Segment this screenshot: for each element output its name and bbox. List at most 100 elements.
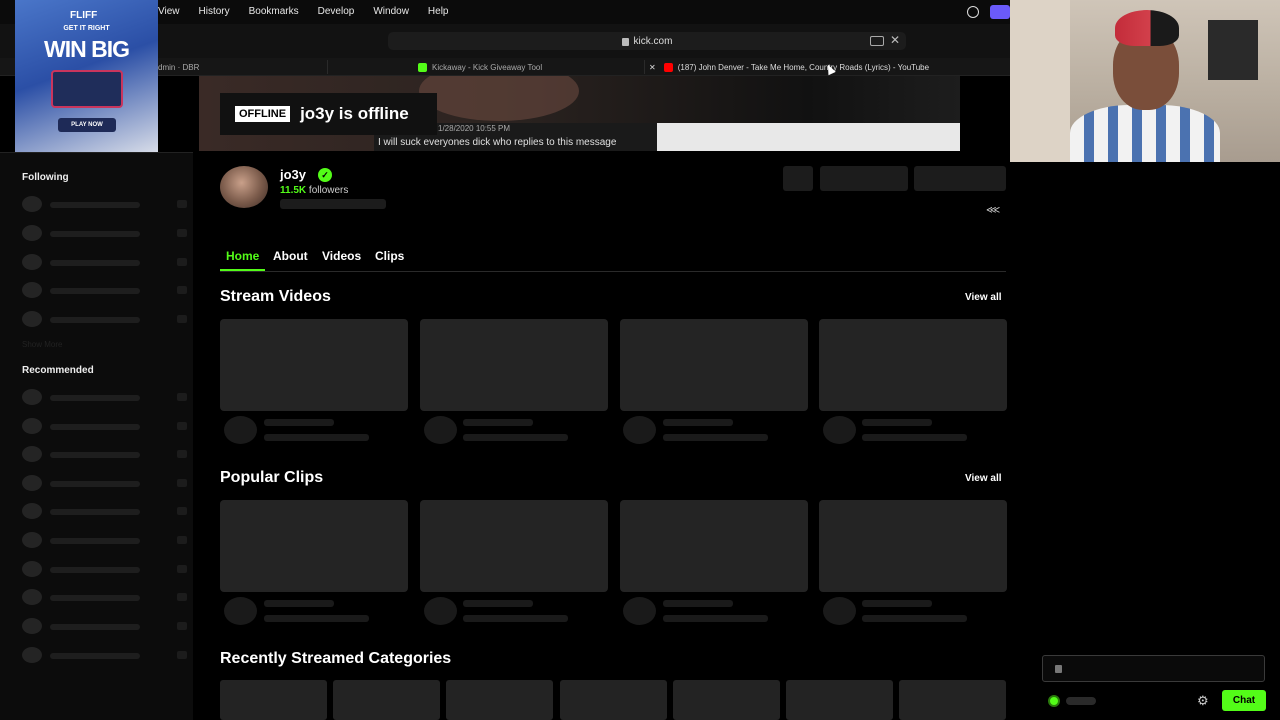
menu-items: View History Bookmarks Develop Window He… [158,6,468,17]
video-card[interactable] [220,319,408,411]
category-card[interactable] [333,680,440,720]
menu-bookmarks[interactable]: Bookmarks [249,6,299,17]
count-placeholder [177,286,187,294]
ad-headline: WIN BIG [44,36,130,62]
name-placeholder [50,509,140,515]
sidebar-following-item[interactable] [22,282,187,298]
video-card[interactable] [620,319,808,411]
card-title-placeholder [463,419,533,426]
banner-white-area [657,123,960,151]
sidebar-following-item[interactable] [22,196,187,212]
popular-clips-view-all[interactable]: View all [965,473,1002,484]
sidebar-recommended-item[interactable] [22,503,187,519]
offline-card: OFFLINE jo3y is offline [220,93,437,135]
menu-history[interactable]: History [199,6,230,17]
name-placeholder [50,653,140,659]
count-placeholder [177,200,187,208]
ad-cta-button[interactable]: PLAY NOW [58,118,116,132]
count-placeholder [177,536,187,544]
avatar-placeholder [22,225,42,241]
tab-about[interactable]: About [273,249,308,263]
tab-home[interactable]: Home [226,249,259,263]
browser-tab-active[interactable]: ✕ (187) John Denver - Take Me Home, Coun… [649,58,969,76]
address-bar[interactable]: kick.com ✕ [388,32,906,50]
sidebar-recommended-item[interactable] [22,589,187,605]
sidebar-recommended-item[interactable] [22,389,187,405]
status-badge-icon[interactable] [990,5,1010,19]
avatar-placeholder [22,475,42,491]
sidebar-recommended-item[interactable] [22,561,187,577]
category-card[interactable] [899,680,1006,720]
menu-view[interactable]: View [158,6,180,17]
clip-card[interactable] [420,500,608,592]
action-button-placeholder[interactable] [783,166,813,191]
category-card[interactable] [446,680,553,720]
url-text: kick.com [633,35,673,47]
banner-date: 1/28/2020 10:55 PM [438,124,511,133]
sidebar-following-item[interactable] [22,311,187,327]
clip-card[interactable] [220,500,408,592]
sidebar-recommended-item[interactable] [22,647,187,663]
count-placeholder [177,450,187,458]
channel-avatar[interactable] [220,166,268,208]
tab-clips[interactable]: Clips [375,249,404,263]
webcam-person-hair [1115,10,1179,46]
menu-develop[interactable]: Develop [318,6,355,17]
clip-card[interactable] [620,500,808,592]
chat-input[interactable] [1042,655,1265,682]
tab-close-icon[interactable]: ✕ [649,63,656,72]
sidebar-recommended-item[interactable] [22,418,187,434]
translate-icon[interactable] [870,36,884,46]
card-avatar-placeholder [224,416,257,444]
card-title-placeholder [663,419,733,426]
banner-message: I will suck everyones dick who replies t… [378,137,617,148]
card-meta-placeholder [264,615,369,622]
action-button-placeholder[interactable] [820,166,908,191]
avatar-placeholder [22,532,42,548]
browser-tab[interactable]: Kickaway - Kick Giveaway Tool [418,58,648,76]
card-meta-placeholder [264,434,369,441]
category-card[interactable] [673,680,780,720]
gear-icon[interactable]: ⚙ [1197,693,1209,709]
chat-send-button[interactable]: Chat [1222,690,1266,711]
card-meta-placeholder [463,434,568,441]
recommended-title: Recommended [22,365,94,376]
fliff-ad-overlay[interactable]: FLIFF GET IT RIGHT WIN BIG PLAY NOW [15,0,158,152]
category-card[interactable] [560,680,667,720]
menu-window[interactable]: Window [373,6,409,17]
share-icon[interactable]: ⋘ [986,205,1000,216]
sidebar-recommended-item[interactable] [22,475,187,491]
youtube-favicon-icon [663,62,673,72]
browser-tab[interactable]: dmin · DBR [158,58,326,76]
tab-videos[interactable]: Videos [322,249,361,263]
kick-points-icon[interactable] [1048,695,1060,707]
card-avatar-placeholder [623,597,656,625]
avatar-placeholder [22,446,42,462]
card-title-placeholder [862,600,932,607]
offline-status: jo3y is offline [300,104,409,123]
category-card[interactable] [220,680,327,720]
menu-help[interactable]: Help [428,6,449,17]
follow-button-placeholder[interactable] [914,166,1006,191]
avatar-placeholder [22,418,42,434]
sidebar-recommended-item[interactable] [22,532,187,548]
sidebar-following-item[interactable] [22,254,187,270]
sidebar-recommended-item[interactable] [22,618,187,634]
name-placeholder [50,317,140,323]
sidebar-recommended-item[interactable] [22,446,187,462]
name-placeholder [50,481,140,487]
video-card[interactable] [819,319,1007,411]
category-card[interactable] [786,680,893,720]
close-icon[interactable]: ✕ [890,33,900,47]
show-more-link[interactable]: Show More [22,340,62,349]
stream-videos-view-all[interactable]: View all [965,292,1002,303]
sidebar-following-item[interactable] [22,225,187,241]
status-icon[interactable] [967,6,979,18]
card-avatar-placeholder [623,416,656,444]
followers-count: 11.5K followers [280,185,348,196]
channel-tabs: Home About Videos Clips [220,242,1006,272]
tab-divider [644,60,645,74]
video-card[interactable] [420,319,608,411]
count-placeholder [177,393,187,401]
clip-card[interactable] [819,500,1007,592]
